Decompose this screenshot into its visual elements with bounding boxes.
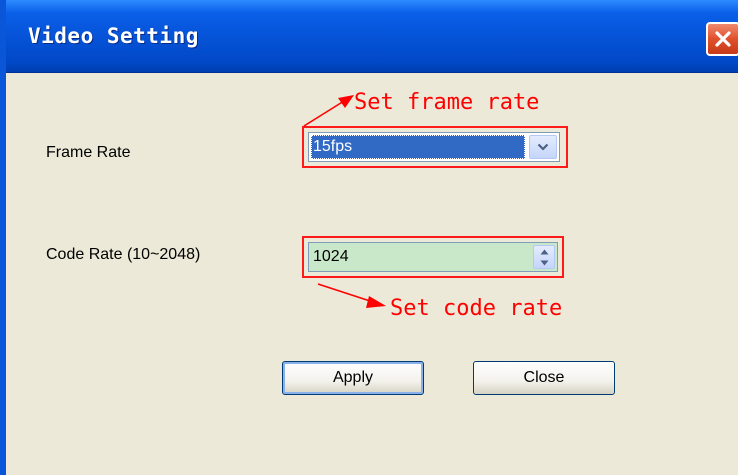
annotation-set-code-rate: Set code rate (390, 296, 563, 321)
code-rate-value: 1024 (313, 248, 349, 265)
code-rate-spinbox[interactable]: 1024 (308, 242, 558, 272)
code-rate-label: Code Rate (10~2048) (46, 246, 201, 263)
apply-button[interactable]: Apply (282, 361, 424, 395)
title-bar: Video Setting (6, 0, 738, 73)
frame-rate-label: Frame Rate (46, 144, 131, 161)
frame-rate-select[interactable]: 15fps (308, 132, 560, 162)
video-setting-dialog: Video Setting Frame Rate 15fps Code Rate… (0, 0, 738, 475)
code-rate-spin-buttons[interactable] (533, 245, 555, 269)
close-window-button[interactable] (706, 22, 738, 56)
arrow-to-code-rate (317, 283, 386, 308)
window-title: Video Setting (28, 24, 199, 48)
close-x-icon (715, 31, 731, 47)
spin-down-icon[interactable] (534, 257, 554, 268)
chevron-down-icon (537, 143, 549, 151)
arrow-to-frame-rate (303, 95, 354, 127)
frame-rate-selected-value: 15fps (311, 135, 525, 159)
annotation-set-frame-rate: Set frame rate (354, 90, 540, 115)
frame-rate-dropdown-button[interactable] (529, 135, 557, 159)
spin-up-icon[interactable] (534, 246, 554, 257)
close-button[interactable]: Close (473, 361, 615, 395)
